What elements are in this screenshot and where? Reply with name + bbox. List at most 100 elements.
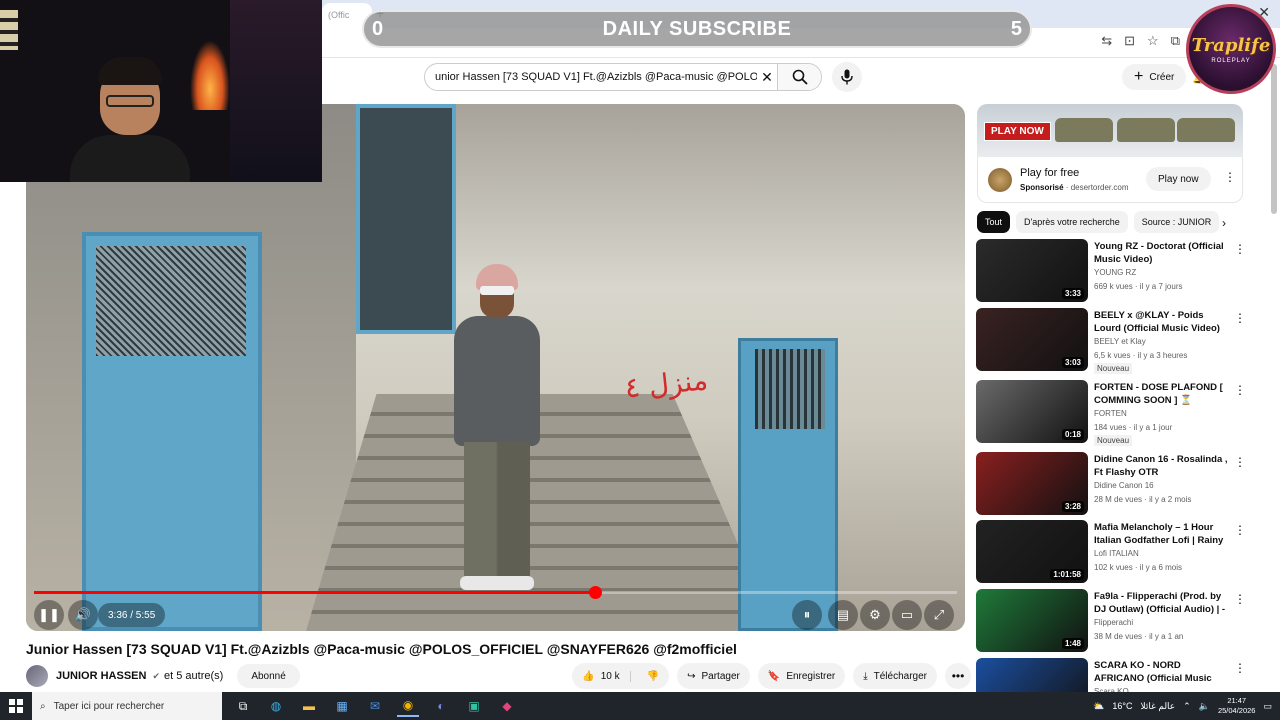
- channel-name[interactable]: JUNIOR HASSEN: [56, 670, 146, 682]
- ad-banner-cta[interactable]: PLAY NOW: [984, 122, 1051, 141]
- recommended-video-title[interactable]: Fa9la - Flipperachi (Prod. by DJ Outlaw)…: [1094, 590, 1232, 616]
- video-menu-icon[interactable]: ⋮: [1234, 311, 1246, 325]
- video-menu-icon[interactable]: ⋮: [1234, 523, 1246, 537]
- chip-related-search[interactable]: D'après votre recherche: [1016, 211, 1128, 233]
- video-duration: 0:18: [1061, 429, 1084, 440]
- dislike-button[interactable]: 👎: [637, 671, 669, 682]
- page-scrollbar[interactable]: [1271, 64, 1277, 214]
- streamlabs-icon[interactable]: ▣: [463, 695, 485, 717]
- task-view-icon[interactable]: ⧉: [232, 695, 254, 717]
- clear-search-icon[interactable]: ✕: [757, 69, 777, 86]
- recommended-video-title[interactable]: Didine Canon 16 - Rosalinda , Ft Flashy …: [1094, 453, 1232, 479]
- recommended-video-meta: 184 vues · il y a 1 jour: [1094, 423, 1173, 432]
- video-menu-icon[interactable]: ⋮: [1234, 242, 1246, 256]
- download-button[interactable]: ⤓ Télécharger: [853, 663, 937, 689]
- recommended-video-channel[interactable]: FORTEN: [1094, 409, 1127, 418]
- channel-avatar[interactable]: [26, 665, 48, 687]
- voice-search-button[interactable]: [832, 62, 862, 92]
- windows-taskbar: ⌕ Taper ici pour rechercher ⧉ ◍ ▬ ▦ ✉ ◉ …: [0, 692, 1280, 720]
- ad-play-button[interactable]: Play now: [1146, 167, 1211, 191]
- video-thumbnail[interactable]: 1:48: [976, 589, 1088, 652]
- volume-tray-icon[interactable]: 🔈: [1199, 701, 1210, 712]
- recommended-video[interactable]: 1:01:58 Mafia Melancholy – 1 Hour Italian…: [976, 520, 1246, 584]
- ad-menu-icon[interactable]: ⋮: [1224, 170, 1236, 184]
- subscribed-button[interactable]: Abonné: [237, 664, 300, 688]
- recommended-video[interactable]: 1:48 Fa9la - Flipperachi (Prod. by DJ Out…: [976, 589, 1246, 653]
- recommended-video-channel[interactable]: Lofi ITALIAN: [1094, 549, 1139, 558]
- create-button[interactable]: + Créer: [1122, 64, 1187, 90]
- theater-mode-button[interactable]: ▭: [892, 600, 922, 630]
- video-thumbnail[interactable]: 3:03: [976, 308, 1088, 371]
- recommended-video-title[interactable]: BEELY x @KLAY - Poids Lourd (Official Mu…: [1094, 309, 1232, 335]
- collaborators-link[interactable]: et 5 autre(s): [164, 670, 223, 682]
- discord-icon[interactable]: ◐: [430, 695, 452, 717]
- translate-icon[interactable]: ⇆: [1101, 33, 1112, 49]
- video-menu-icon[interactable]: ⋮: [1234, 592, 1246, 606]
- video-menu-icon[interactable]: ⋮: [1234, 455, 1246, 469]
- video-frame-blue-door-right: [738, 338, 838, 631]
- chrome-icon[interactable]: ◉: [397, 695, 419, 717]
- search-button[interactable]: [777, 64, 821, 90]
- taskbar-clock[interactable]: 21:47 25/04/2026: [1218, 696, 1256, 716]
- mail-icon[interactable]: ✉: [364, 695, 386, 717]
- player-controls: ❚❚ 🔊 3:36 / 5:55 ⏸ ▤ ⚙ ▭ ⤢: [26, 598, 965, 631]
- video-menu-icon[interactable]: ⋮: [1234, 661, 1246, 675]
- video-frame-blue-door: [82, 232, 262, 631]
- taskbar-search[interactable]: ⌕ Taper ici pour rechercher: [32, 692, 222, 720]
- microphone-icon: [841, 69, 853, 85]
- recommended-video-title[interactable]: SCARA KO - NORD AFRICANO (Official Music…: [1094, 659, 1232, 685]
- video-thumbnail[interactable]: 0:18: [976, 380, 1088, 443]
- download-label: Télécharger: [873, 670, 927, 682]
- install-icon[interactable]: ⊡: [1124, 33, 1135, 49]
- save-button[interactable]: 🔖 Enregistrer: [757, 663, 846, 689]
- subtitles-icon: ▤: [836, 607, 850, 622]
- more-actions-button[interactable]: •••: [945, 663, 971, 689]
- progress-bar[interactable]: [34, 586, 957, 599]
- ad-title[interactable]: Play for free: [1020, 167, 1079, 179]
- settings-button[interactable]: ⚙: [860, 600, 890, 630]
- recommended-video-channel[interactable]: YOUNG RZ: [1094, 268, 1136, 277]
- recommended-video-channel[interactable]: Didine Canon 16: [1094, 481, 1154, 490]
- chip-all[interactable]: Tout: [977, 211, 1011, 233]
- edge-icon[interactable]: ◍: [265, 695, 287, 717]
- volume-button[interactable]: 🔊: [68, 600, 98, 630]
- notification-center-icon[interactable]: ▭: [1263, 701, 1272, 712]
- video-thumbnail[interactable]: 1:01:58: [976, 520, 1088, 583]
- recommended-video[interactable]: 3:28 Didine Canon 16 - Rosalinda , Ft Fla…: [976, 452, 1246, 516]
- video-thumbnail[interactable]: 3:33: [976, 239, 1088, 302]
- recommended-video-channel[interactable]: Flipperachi: [1094, 618, 1133, 627]
- file-explorer-icon[interactable]: ▬: [298, 695, 320, 717]
- recommended-video-title[interactable]: Mafia Melancholy – 1 Hour Italian Godfat…: [1094, 521, 1232, 547]
- recommended-video[interactable]: 3:03 BEELY x @KLAY - Poids Lourd (Officia…: [976, 308, 1246, 374]
- subscribe-title: DAILY SUBSCRIBE: [602, 17, 792, 40]
- recommended-video-channel[interactable]: BEELY et Klay: [1094, 337, 1146, 346]
- like-button[interactable]: 👍 10 k: [572, 670, 631, 682]
- ad-banner[interactable]: PLAY NOW: [977, 104, 1243, 157]
- pause-button[interactable]: ❚❚: [34, 600, 64, 630]
- search-bar[interactable]: unior Hassen [73 SQUAD V1] Ft.@Azizbls @…: [424, 63, 822, 91]
- autoplay-toggle[interactable]: ⏸: [792, 600, 822, 630]
- video-thumbnail[interactable]: 3:28: [976, 452, 1088, 515]
- webcam-backdrop-shelf: [0, 10, 18, 50]
- recommended-video-title[interactable]: FORTEN - DOSE PLAFOND [ COMMING SOON ] ⏳: [1094, 381, 1232, 407]
- video-player[interactable]: منزل ٤ ❚❚ 🔊 3:36 / 5:55 ⏸ ▤ ⚙ ▭ ⤢: [26, 104, 965, 631]
- start-button[interactable]: [0, 699, 32, 713]
- recommended-video[interactable]: 0:18 FORTEN - DOSE PLAFOND [ COMMING SOON…: [976, 380, 1246, 446]
- chevron-up-icon[interactable]: ⌃: [1183, 701, 1191, 712]
- recommended-video[interactable]: 3:33 Young RZ - Doctorat (Official Music …: [976, 239, 1246, 303]
- time-display: 3:36 / 5:55: [98, 603, 166, 627]
- subtitles-button[interactable]: ▤: [828, 600, 858, 630]
- share-button[interactable]: ↪ Partager: [677, 663, 750, 689]
- fullscreen-button[interactable]: ⤢: [924, 600, 954, 630]
- store-icon[interactable]: ▦: [331, 695, 353, 717]
- chevron-right-icon[interactable]: ›: [1222, 216, 1226, 230]
- video-menu-icon[interactable]: ⋮: [1234, 383, 1246, 397]
- recommended-video-title[interactable]: Young RZ - Doctorat (Official Music Vide…: [1094, 240, 1232, 266]
- chip-source[interactable]: Source : JUNIOR: [1133, 211, 1220, 233]
- bookmark-star-icon[interactable]: ☆: [1147, 33, 1159, 49]
- search-input[interactable]: unior Hassen [73 SQUAD V1] Ft.@Azizbls @…: [425, 71, 757, 83]
- webcam-backdrop-fireplace: [190, 40, 230, 110]
- extensions-icon[interactable]: ⧉: [1171, 33, 1180, 49]
- video-actions: 👍 10 k 👎 ↪ Partager 🔖 Enregistrer ⤓ Télé…: [572, 663, 971, 689]
- recording-app-icon[interactable]: ◆: [496, 695, 518, 717]
